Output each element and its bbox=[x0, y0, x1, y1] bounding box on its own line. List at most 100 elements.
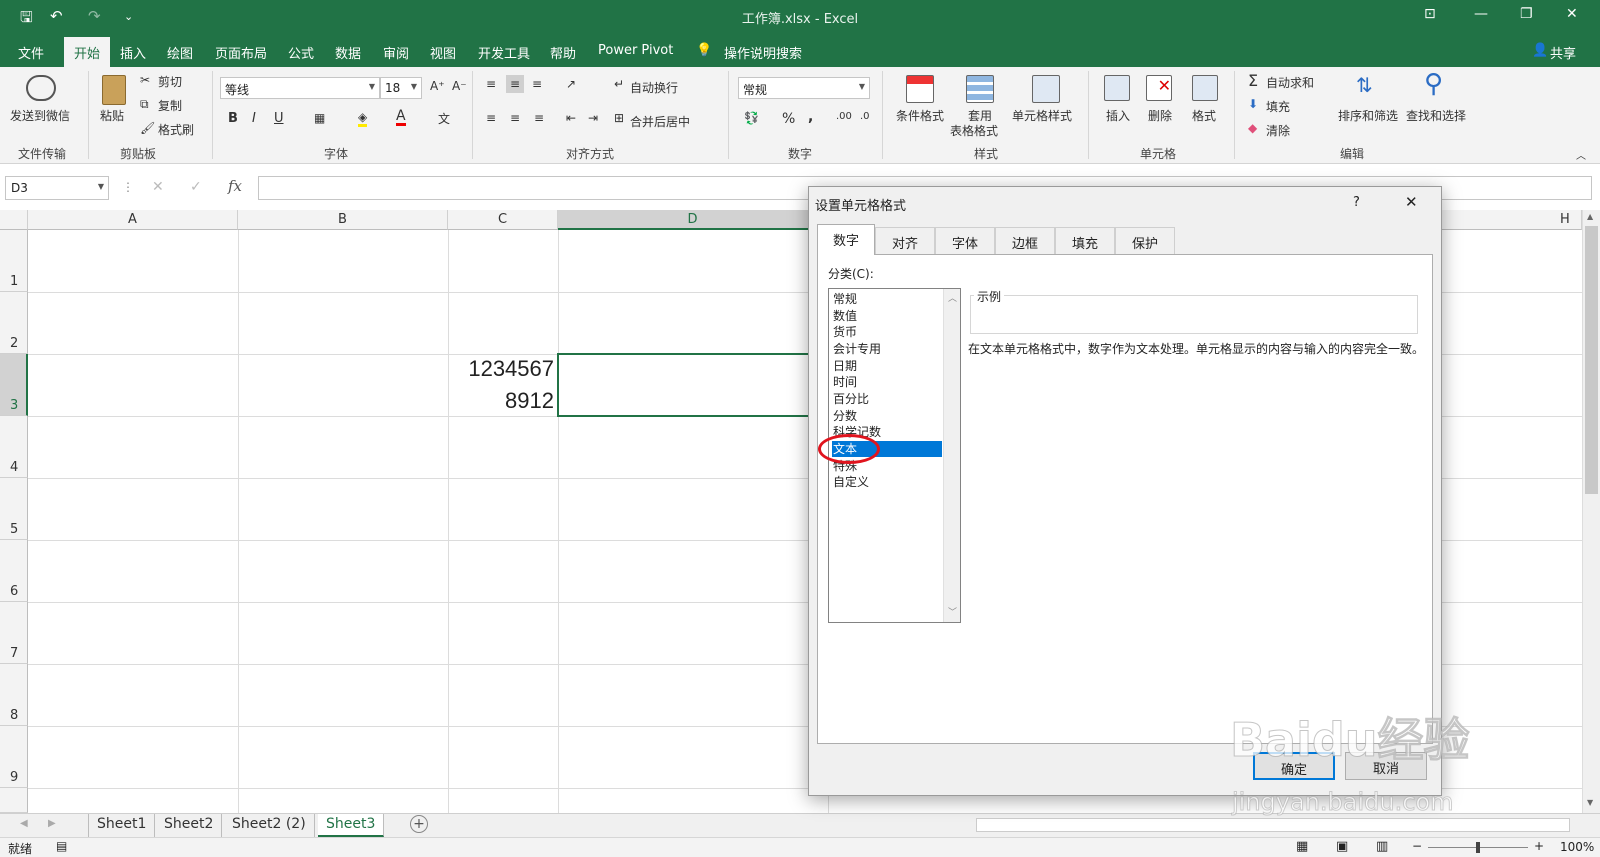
scroll-up-icon[interactable]: ▲ bbox=[1587, 212, 1593, 221]
column-header-c[interactable]: C bbox=[448, 210, 558, 230]
number-format-combo[interactable]: 常规 ▼ bbox=[738, 77, 870, 99]
border-icon[interactable]: ▦ bbox=[314, 111, 325, 125]
align-right-icon[interactable]: ≡ bbox=[534, 111, 544, 125]
name-box[interactable]: D3 ▼ bbox=[5, 176, 109, 200]
row-header-6[interactable]: 6 bbox=[0, 540, 28, 602]
row-header-10[interactable] bbox=[0, 788, 28, 813]
wrap-text-button[interactable]: 自动换行 bbox=[630, 79, 678, 96]
tab-page-layout[interactable]: 页面布局 bbox=[215, 43, 267, 62]
bold-button[interactable]: B bbox=[228, 111, 238, 126]
tab-font[interactable]: 字体 bbox=[935, 227, 995, 254]
paste-button[interactable]: 粘贴 bbox=[100, 107, 124, 124]
share-button[interactable]: 共享 bbox=[1550, 43, 1576, 62]
tab-formulas[interactable]: 公式 bbox=[288, 43, 314, 62]
cell-c3-line2[interactable]: 8912 bbox=[448, 388, 554, 414]
tab-home[interactable]: 开始 bbox=[64, 37, 111, 67]
maximize-icon[interactable]: ❐ bbox=[1520, 6, 1533, 22]
tab-data[interactable]: 数据 bbox=[335, 43, 361, 62]
format-painter-button[interactable]: 格式刷 bbox=[158, 121, 194, 138]
row-header-8[interactable]: 8 bbox=[0, 664, 28, 726]
category-item-currency[interactable]: 货币 bbox=[832, 324, 942, 340]
comma-button[interactable]: , bbox=[808, 109, 813, 125]
enter-entry-icon[interactable]: ✓ bbox=[190, 179, 202, 195]
align-center-icon[interactable]: ≡ bbox=[510, 111, 520, 125]
delete-cells-button[interactable]: 删除 bbox=[1148, 107, 1172, 124]
collapse-ribbon-icon[interactable]: ︿ bbox=[1576, 147, 1586, 162]
sheet-tab-sheet2[interactable]: Sheet2 bbox=[156, 814, 223, 837]
tab-insert[interactable]: 插入 bbox=[120, 43, 146, 62]
column-header-b[interactable]: B bbox=[238, 210, 448, 230]
page-break-view-icon[interactable]: ▥ bbox=[1376, 839, 1388, 854]
insert-function-icon[interactable]: fx bbox=[228, 177, 242, 195]
zoom-slider-thumb[interactable] bbox=[1476, 842, 1480, 853]
tab-view[interactable]: 视图 bbox=[430, 43, 456, 62]
dialog-close-button[interactable]: ✕ bbox=[1405, 193, 1418, 211]
vertical-scrollbar[interactable]: ▲ ▼ bbox=[1582, 210, 1600, 813]
row-header-3[interactable]: 3 bbox=[0, 354, 28, 416]
close-window-icon[interactable]: ✕ bbox=[1566, 6, 1578, 22]
tab-help[interactable]: 帮助 bbox=[550, 43, 576, 62]
font-size-combo[interactable]: 18 ▼ bbox=[380, 77, 422, 99]
tab-number[interactable]: 数字 bbox=[817, 224, 875, 255]
copy-button[interactable]: 复制 bbox=[158, 97, 182, 114]
zoom-level[interactable]: 100% bbox=[1560, 840, 1594, 854]
page-layout-view-icon[interactable]: ▣ bbox=[1336, 839, 1348, 854]
merge-center-button[interactable]: 合并后居中 bbox=[630, 113, 690, 130]
horizontal-scrollbar[interactable] bbox=[976, 818, 1570, 832]
prev-sheet-icon[interactable]: ◀ bbox=[20, 818, 28, 829]
conditional-format-button[interactable]: 条件格式 bbox=[896, 107, 944, 124]
sheet-tab-sheet1[interactable]: Sheet1 bbox=[88, 814, 156, 837]
help-button[interactable]: ? bbox=[1353, 195, 1360, 210]
category-item-time[interactable]: 时间 bbox=[832, 374, 942, 390]
category-item-number[interactable]: 数值 bbox=[832, 308, 942, 324]
row-header-4[interactable]: 4 bbox=[0, 416, 28, 478]
category-item-accounting[interactable]: 会计专用 bbox=[832, 341, 942, 357]
ribbon-display-icon[interactable]: ⊡ bbox=[1424, 6, 1436, 22]
font-color-icon[interactable]: A bbox=[396, 109, 406, 126]
next-sheet-icon[interactable]: ▶ bbox=[48, 818, 56, 829]
category-item-date[interactable]: 日期 bbox=[832, 358, 942, 374]
tab-developer[interactable]: 开发工具 bbox=[478, 43, 530, 62]
tab-file[interactable]: 文件 bbox=[18, 43, 44, 62]
active-cell-d3[interactable] bbox=[557, 353, 817, 417]
category-item-percentage[interactable]: 百分比 bbox=[832, 391, 942, 407]
cell-style-button[interactable]: 单元格样式 bbox=[1012, 107, 1072, 124]
decrease-font-icon[interactable]: A⁻ bbox=[452, 79, 467, 93]
tab-draw[interactable]: 绘图 bbox=[167, 43, 193, 62]
tab-fill[interactable]: 填充 bbox=[1055, 227, 1115, 254]
orientation-icon[interactable]: ↗ bbox=[566, 77, 576, 91]
tab-border[interactable]: 边框 bbox=[995, 227, 1055, 254]
currency-icon[interactable]: 💱 bbox=[744, 111, 759, 125]
scroll-thumb[interactable] bbox=[1585, 226, 1598, 494]
select-all-corner[interactable] bbox=[0, 210, 28, 230]
tab-protection[interactable]: 保护 bbox=[1115, 227, 1175, 254]
column-header-a[interactable]: A bbox=[28, 210, 238, 230]
row-header-5[interactable]: 5 bbox=[0, 478, 28, 540]
increase-font-icon[interactable]: A⁺ bbox=[430, 79, 445, 93]
align-bottom-icon[interactable]: ≡ bbox=[532, 77, 542, 91]
decrease-indent-icon[interactable]: ⇤ bbox=[566, 111, 576, 125]
zoom-in-button[interactable]: + bbox=[1534, 839, 1544, 853]
tab-review[interactable]: 审阅 bbox=[383, 43, 409, 62]
phonetic-icon[interactable]: 文 bbox=[438, 110, 450, 127]
cancel-entry-icon[interactable]: ✕ bbox=[152, 179, 164, 195]
category-scrollbar[interactable]: ︿ ﹀ bbox=[943, 289, 960, 622]
align-left-icon[interactable]: ≡ bbox=[486, 111, 496, 125]
category-item-general[interactable]: 常规 bbox=[832, 291, 942, 307]
send-to-wechat-button[interactable]: 发送到微信 bbox=[10, 107, 70, 124]
row-header-9[interactable]: 9 bbox=[0, 726, 28, 788]
cell-c3-line1[interactable]: 1234567 bbox=[448, 356, 554, 382]
align-middle-icon[interactable]: ≡ bbox=[506, 75, 525, 93]
font-name-combo[interactable]: 等线 ▼ bbox=[220, 77, 380, 99]
align-top-icon[interactable]: ≡ bbox=[486, 77, 496, 91]
normal-view-icon[interactable]: ▦ bbox=[1296, 839, 1308, 854]
tab-alignment[interactable]: 对齐 bbox=[875, 227, 935, 254]
column-header-d[interactable]: D bbox=[558, 210, 828, 230]
add-sheet-button[interactable]: + bbox=[410, 815, 428, 833]
clear-button[interactable]: 清除 bbox=[1266, 122, 1290, 139]
minimize-icon[interactable]: — bbox=[1474, 6, 1488, 22]
tell-me-search[interactable]: 操作说明搜索 bbox=[724, 43, 802, 62]
chevron-up-icon[interactable]: ︿ bbox=[948, 291, 957, 304]
row-header-2[interactable]: 2 bbox=[0, 292, 28, 354]
autosum-button[interactable]: 自动求和 bbox=[1266, 74, 1314, 91]
